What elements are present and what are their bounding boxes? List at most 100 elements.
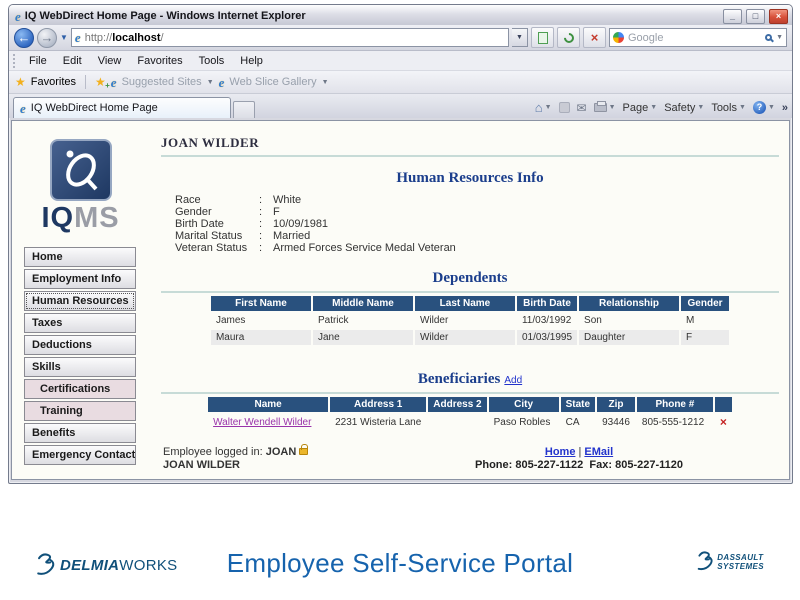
cell: Wilder — [415, 330, 515, 345]
compatibility-icon — [538, 32, 548, 44]
sidebar-item-training[interactable]: Training — [24, 401, 136, 421]
home-button[interactable]: ⌂▼ — [535, 101, 552, 114]
field-value: Armed Forces Service Medal Veteran — [273, 242, 456, 254]
field-label: Veteran Status — [175, 242, 259, 254]
back-button[interactable]: ← — [14, 28, 34, 48]
dassault-line2: SYSTEMES — [717, 562, 764, 571]
lock-icon — [299, 448, 308, 455]
stop-button[interactable]: × — [583, 27, 606, 48]
favorites-star-icon[interactable]: ★ — [15, 76, 26, 88]
minimize-button[interactable]: _ — [723, 9, 742, 24]
sidebar-item-certifications[interactable]: Certifications — [24, 379, 136, 399]
new-tab-button[interactable] — [233, 101, 255, 118]
sidebar-item-employment-info[interactable]: Employment Info — [24, 269, 136, 289]
page-menu-label: Page — [623, 102, 649, 114]
safety-menu-button[interactable]: Safety▼ — [664, 102, 704, 114]
tools-menu-button[interactable]: Tools▼ — [711, 102, 746, 114]
rss-feeds-icon[interactable] — [559, 102, 570, 113]
field-value: Married — [273, 230, 310, 242]
col-relationship: Relationship — [579, 296, 679, 311]
beneficiary-name-link[interactable]: Walter Wendell Wilder — [213, 417, 311, 428]
address-bar: ← → ▼ e http://localhost/ ▼ × ▼ — [9, 25, 792, 51]
suggested-sites-icon: ★ — [95, 76, 106, 88]
cell: F — [681, 330, 729, 345]
iqms-ms: MS — [74, 202, 120, 234]
help-button[interactable]: ?▼ — [753, 101, 775, 114]
sidebar-item-taxes[interactable]: Taxes — [24, 313, 136, 333]
email-link[interactable]: EMail — [584, 446, 613, 458]
table-row: Walter Wendell Wilder 2231 Wisteria Lane… — [208, 414, 732, 431]
page-icon: e — [75, 31, 81, 44]
favorites-button[interactable]: Favorites — [31, 76, 76, 88]
sidebar-item-skills[interactable]: Skills — [24, 357, 136, 377]
compatibility-view-button[interactable] — [531, 27, 554, 48]
url-prefix: http:// — [85, 32, 113, 44]
ie-window: e IQ WebDirect Home Page - Windows Inter… — [8, 4, 793, 484]
employee-name-heading: JOAN WILDER — [161, 135, 779, 151]
delete-beneficiary-icon[interactable]: × — [720, 415, 727, 429]
page-menu-button[interactable]: Page▼ — [623, 102, 658, 114]
menu-view[interactable]: View — [90, 53, 130, 69]
search-dropdown-icon[interactable]: ▼ — [776, 34, 783, 41]
url-input[interactable]: e http://localhost/ — [71, 28, 509, 47]
tab-iq-webdirect[interactable]: e IQ WebDirect Home Page — [13, 97, 231, 118]
colon: : — [259, 242, 273, 254]
divider — [161, 392, 779, 394]
table-row: James Patrick Wilder 11/03/1992 Son M — [211, 313, 729, 328]
cell: Daughter — [579, 330, 679, 345]
history-dropdown-icon[interactable]: ▼ — [60, 33, 68, 42]
home-link[interactable]: Home — [545, 446, 576, 458]
refresh-button[interactable] — [557, 27, 580, 48]
print-caret-icon: ▼ — [609, 104, 616, 111]
field-race: Race:White — [175, 194, 779, 206]
web-slice-gallery-button[interactable]: Web Slice Gallery — [229, 76, 316, 88]
page-caret-icon: ▼ — [650, 104, 657, 111]
menu-tools[interactable]: Tools — [191, 53, 233, 69]
add-beneficiary-link[interactable]: Add — [504, 375, 522, 386]
cell: Maura — [211, 330, 311, 345]
sidebar-item-benefits[interactable]: Benefits — [24, 423, 136, 443]
beneficiaries-header-row: Name Address 1 Address 2 City State Zip … — [208, 397, 732, 412]
sidebar-item-human-resources[interactable]: Human Resources — [24, 291, 136, 311]
toolbar-overflow-icon[interactable]: » — [782, 102, 788, 114]
cell: Jane — [313, 330, 413, 345]
col-zip: Zip — [597, 397, 635, 412]
page-content: IQMS Home Employment Info Human Resource… — [11, 120, 790, 480]
search-box[interactable]: ▼ — [609, 28, 787, 47]
url-dropdown-button[interactable]: ▼ — [512, 28, 528, 47]
cell: CA — [561, 414, 595, 431]
field-marital-status: Marital Status:Married — [175, 230, 779, 242]
search-icon[interactable] — [765, 34, 772, 41]
sidebar-item-emergency-contacts[interactable]: Emergency Contacts — [24, 445, 136, 465]
branding-footer: DELMIAWORKS Employee Self-Service Portal… — [0, 540, 800, 595]
maximize-button[interactable]: □ — [746, 9, 765, 24]
tools-caret-icon: ▼ — [739, 104, 746, 111]
menu-favorites[interactable]: Favorites — [129, 53, 190, 69]
home-icon: ⌂ — [535, 101, 543, 114]
read-mail-icon[interactable]: ✉ — [577, 102, 587, 114]
suggested-sites-button[interactable]: Suggested Sites — [122, 76, 202, 88]
url-suffix: / — [161, 32, 164, 44]
cell: 11/03/1992 — [517, 313, 577, 328]
sidebar: IQMS Home Employment Info Human Resource… — [12, 121, 149, 479]
web-slice-caret-icon[interactable]: ▼ — [322, 79, 329, 86]
field-birth-date: Birth Date:10/09/1981 — [175, 218, 779, 230]
menu-edit[interactable]: Edit — [55, 53, 90, 69]
google-logo-icon — [613, 32, 624, 43]
search-input[interactable] — [628, 32, 761, 44]
print-button[interactable]: ▼ — [594, 103, 616, 112]
forward-button[interactable]: → — [37, 28, 57, 48]
menu-file[interactable]: File — [21, 53, 55, 69]
separator — [85, 75, 86, 89]
ie-icon: e — [111, 76, 117, 89]
close-button[interactable]: × — [769, 9, 788, 24]
menu-help[interactable]: Help — [232, 53, 271, 69]
printer-icon — [594, 103, 607, 112]
suggested-sites-caret-icon[interactable]: ▼ — [207, 79, 214, 86]
sidebar-item-home[interactable]: Home — [24, 247, 136, 267]
tab-bar: e IQ WebDirect Home Page ⌂▼ ✉ ▼ Page▼ Sa… — [9, 94, 792, 118]
favorites-bar: ★ Favorites ★ e Suggested Sites ▼ e Web … — [9, 71, 792, 94]
colon: : — [259, 206, 273, 218]
sidebar-item-deductions[interactable]: Deductions — [24, 335, 136, 355]
window-title: IQ WebDirect Home Page - Windows Interne… — [25, 10, 719, 22]
